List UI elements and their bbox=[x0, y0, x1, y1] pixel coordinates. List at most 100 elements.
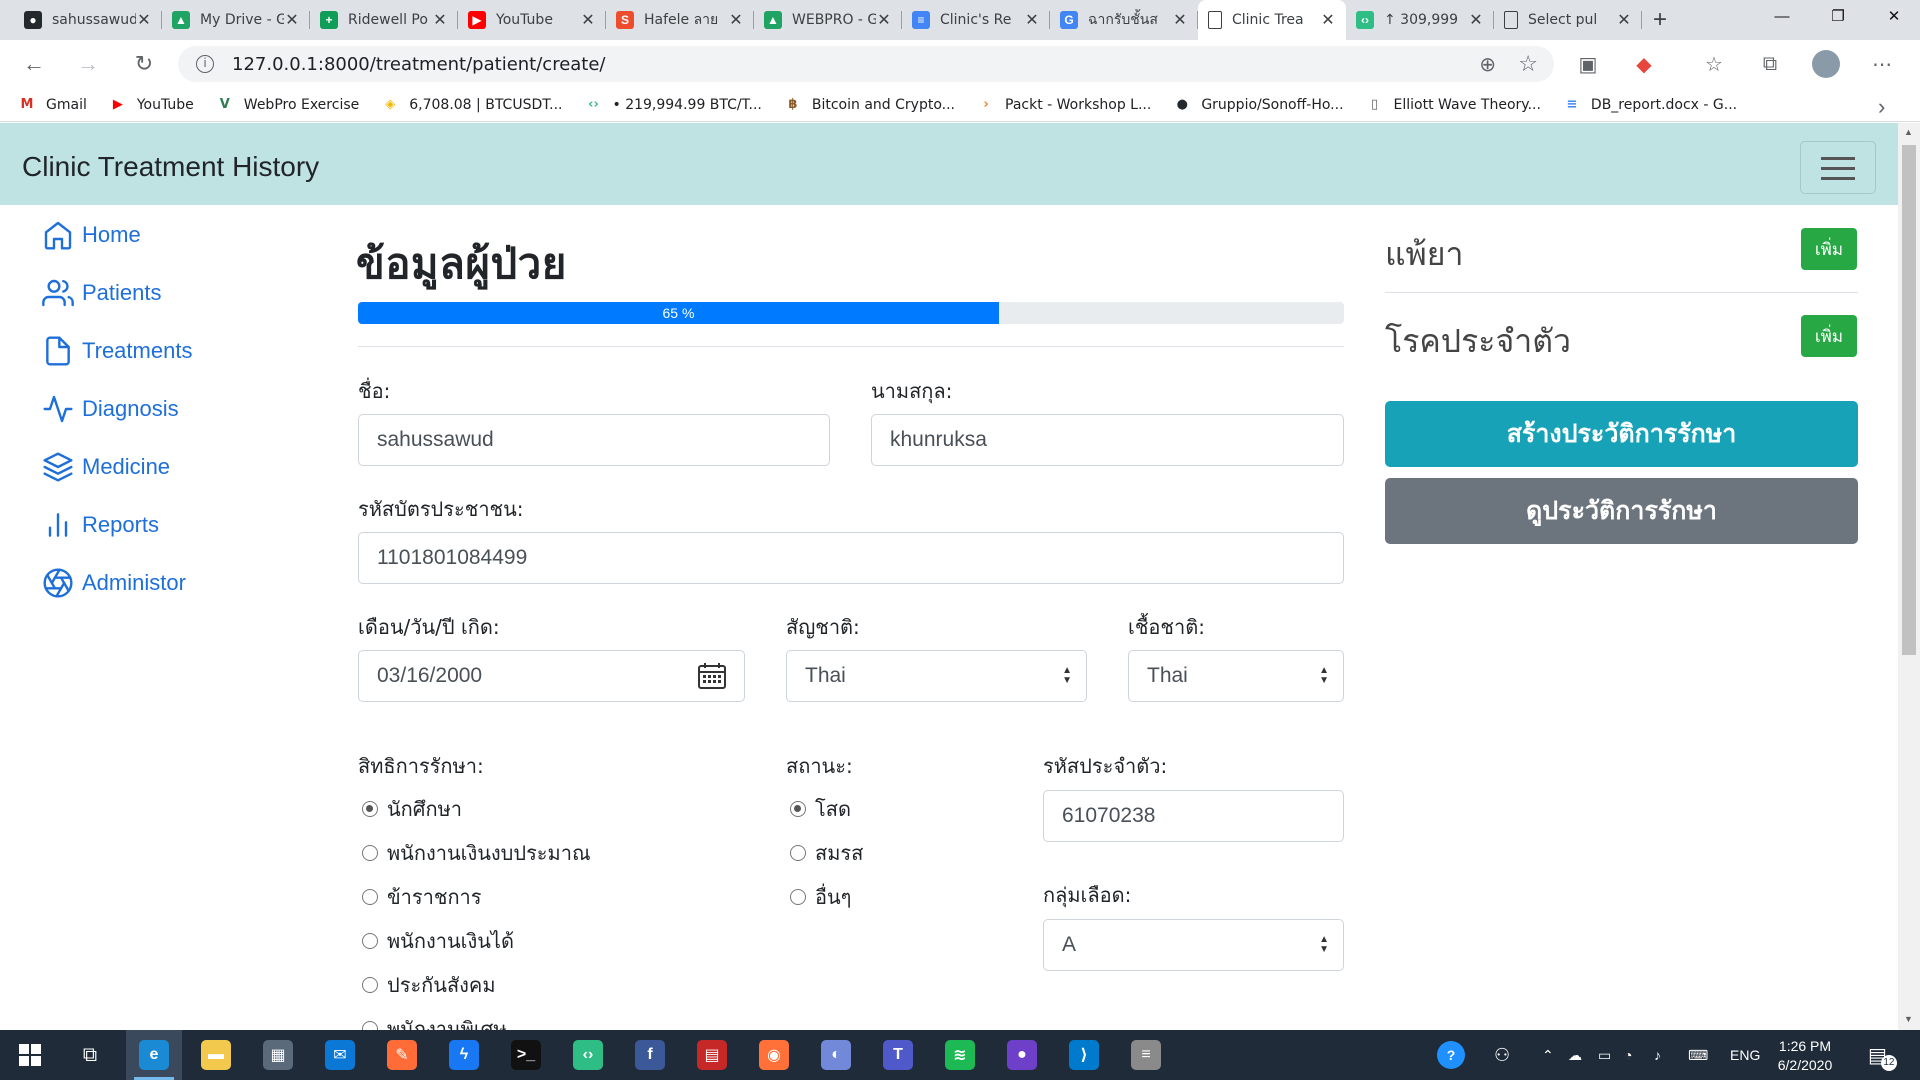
restore-window-icon[interactable]: ❐ bbox=[1810, 0, 1866, 32]
radio-button[interactable] bbox=[362, 801, 378, 817]
people-icon[interactable]: ⚇ bbox=[1494, 1030, 1510, 1080]
bookmark-item[interactable]: ◈ 6,708.08 | BTCUSDT... bbox=[381, 97, 562, 113]
browser-tab[interactable]: ≡ Clinic's Re ✕ bbox=[902, 0, 1050, 40]
first-name-input[interactable]: sahussawud bbox=[358, 414, 830, 466]
radio-button[interactable] bbox=[362, 1021, 378, 1030]
taskbar-app[interactable]: ⟩ bbox=[1056, 1030, 1112, 1080]
taskbar-app[interactable]: ϟ bbox=[436, 1030, 492, 1080]
tray-chevron-icon[interactable]: ⌃ bbox=[1542, 1030, 1554, 1080]
radio-button[interactable] bbox=[790, 889, 806, 905]
close-tab-icon[interactable]: ✕ bbox=[1468, 10, 1484, 30]
bookmark-item[interactable]: ▶ YouTube bbox=[109, 97, 194, 113]
rights-option[interactable]: พนักงานเงินได้ bbox=[362, 925, 514, 957]
personal-code-input[interactable]: 61070238 bbox=[1043, 790, 1344, 842]
ethnicity-select[interactable]: Thai ▲ ▼ bbox=[1128, 650, 1344, 702]
scroll-down-icon[interactable]: ▼ bbox=[1904, 1014, 1913, 1024]
calendar-icon[interactable] bbox=[698, 663, 726, 689]
rights-option[interactable]: นักศึกษา bbox=[362, 793, 462, 825]
favorites-icon[interactable]: ☆ bbox=[1698, 48, 1730, 80]
close-window-icon[interactable]: ✕ bbox=[1866, 0, 1920, 32]
sidebar-item-reports[interactable]: Reports bbox=[42, 505, 159, 545]
close-tab-icon[interactable]: ✕ bbox=[580, 10, 596, 30]
rights-option[interactable]: พนักงานเงินงบประมาณ bbox=[362, 837, 591, 869]
browser-tab[interactable]: ● sahussawud ✕ bbox=[14, 0, 162, 40]
taskbar-app[interactable]: ◉ bbox=[746, 1030, 802, 1080]
browser-tab[interactable]: ▲ My Drive - Google Drive✕ bbox=[162, 0, 310, 40]
browser-tab[interactable]: ‹› ↑ 309,999 ✕ bbox=[1346, 0, 1494, 40]
last-name-input[interactable]: khunruksa bbox=[871, 414, 1344, 466]
browser-tab[interactable]: ▶ YouTube ✕ bbox=[458, 0, 606, 40]
sidebar-item-administor[interactable]: Administor bbox=[42, 563, 186, 603]
site-info-icon[interactable]: i bbox=[196, 55, 214, 73]
browser-tab[interactable]: S Hafele ลาย ✕ bbox=[606, 0, 754, 40]
bookmark-item[interactable]: ▯ Elliott Wave Theory... bbox=[1366, 97, 1541, 113]
volume-icon[interactable]: ♪ bbox=[1654, 1030, 1661, 1080]
sidebar-item-patients[interactable]: Patients bbox=[42, 273, 162, 313]
zoom-icon[interactable]: ⊕ bbox=[1479, 52, 1496, 76]
close-tab-icon[interactable]: ✕ bbox=[1616, 10, 1632, 30]
help-icon[interactable]: ? bbox=[1437, 1030, 1465, 1080]
address-bar[interactable]: i 127.0.0.1:8000/treatment/patient/creat… bbox=[178, 46, 1554, 82]
sidebar-item-medicine[interactable]: Medicine bbox=[42, 447, 170, 487]
add-chronic-disease-button[interactable]: เพิ่ม bbox=[1801, 315, 1857, 357]
bookmark-item[interactable]: ≡ DB_report.docx - G... bbox=[1563, 97, 1737, 113]
sidebar-item-treatments[interactable]: Treatments bbox=[42, 331, 192, 371]
bookmark-item[interactable]: V WebPro Exercise bbox=[216, 97, 359, 113]
back-icon[interactable]: ← bbox=[12, 44, 56, 84]
taskbar-app[interactable]: ‹› bbox=[560, 1030, 616, 1080]
cloud-icon[interactable]: ☁ bbox=[1568, 1030, 1582, 1080]
app-brand[interactable]: Clinic Treatment History bbox=[22, 151, 319, 183]
close-tab-icon[interactable]: ✕ bbox=[728, 10, 744, 30]
taskbar-app[interactable]: ✉ bbox=[312, 1030, 368, 1080]
browser-tab[interactable]: Select pul ✕ bbox=[1494, 0, 1642, 40]
battery-icon[interactable]: ▭ bbox=[1598, 1030, 1611, 1080]
add-allergy-button[interactable]: เพิ่ม bbox=[1801, 228, 1857, 270]
page-scrollbar[interactable]: ▲ ▼ bbox=[1898, 123, 1920, 1030]
birth-date-input[interactable]: 03/16/2000 bbox=[358, 650, 745, 702]
scroll-up-icon[interactable]: ▲ bbox=[1904, 127, 1913, 137]
taskbar-clock[interactable]: 1:26 PM 6/2/2020 bbox=[1760, 1037, 1850, 1075]
rights-option[interactable]: พนักงานพิเศษ bbox=[362, 1013, 507, 1030]
start-button[interactable] bbox=[2, 1030, 58, 1080]
browser-tab[interactable]: + Ridewell Po ✕ bbox=[310, 0, 458, 40]
close-tab-icon[interactable]: ✕ bbox=[1320, 10, 1336, 30]
task-view-icon[interactable]: ⧉ bbox=[62, 1030, 118, 1080]
status-option[interactable]: โสด bbox=[790, 793, 851, 825]
browser-tab[interactable]: ▲ WEBPRO - Google Drive✕ bbox=[754, 0, 902, 40]
extension-red-icon[interactable]: ◆ bbox=[1628, 48, 1660, 80]
taskbar-app[interactable]: ▬ bbox=[188, 1030, 244, 1080]
view-treatment-history-button[interactable]: ดูประวัติการรักษา bbox=[1385, 478, 1858, 544]
scroll-thumb[interactable] bbox=[1902, 145, 1916, 655]
taskbar-app[interactable]: ✎ bbox=[374, 1030, 430, 1080]
taskbar-app[interactable]: f bbox=[622, 1030, 678, 1080]
taskbar-app[interactable]: ● bbox=[994, 1030, 1050, 1080]
bookmark-star-icon[interactable]: ☆ bbox=[1518, 52, 1538, 77]
taskbar-app[interactable]: ◐ bbox=[808, 1030, 864, 1080]
taskbar-app[interactable]: ≡ bbox=[1118, 1030, 1174, 1080]
status-option[interactable]: สมรส bbox=[790, 837, 863, 869]
taskbar-app[interactable]: >_ bbox=[498, 1030, 554, 1080]
extension-chat-icon[interactable]: ▣ bbox=[1572, 48, 1604, 80]
taskbar-app[interactable]: ▦ bbox=[250, 1030, 306, 1080]
taskbar-app[interactable]: e bbox=[126, 1030, 182, 1080]
reload-icon[interactable]: ↻ bbox=[122, 44, 166, 84]
nationality-select[interactable]: Thai ▲ ▼ bbox=[786, 650, 1087, 702]
sidebar-item-home[interactable]: Home bbox=[42, 215, 141, 255]
profile-avatar[interactable] bbox=[1810, 48, 1842, 80]
bookmarks-overflow-icon[interactable]: › bbox=[1878, 94, 1885, 120]
bookmark-item[interactable]: ฿ Bitcoin and Crypto... bbox=[784, 97, 955, 113]
bookmark-item[interactable]: M Gmail bbox=[18, 97, 87, 113]
close-tab-icon[interactable]: ✕ bbox=[284, 10, 300, 30]
language-indicator[interactable]: ENG bbox=[1730, 1030, 1760, 1080]
taskbar-app[interactable]: ▤ bbox=[684, 1030, 740, 1080]
network-icon[interactable]: ◔ bbox=[1624, 1030, 1632, 1080]
keyboard-icon[interactable]: ⌨ bbox=[1688, 1030, 1708, 1080]
create-treatment-history-button[interactable]: สร้างประวัติการรักษา bbox=[1385, 401, 1858, 467]
navbar-toggle-button[interactable] bbox=[1800, 141, 1876, 194]
radio-button[interactable] bbox=[790, 845, 806, 861]
close-tab-icon[interactable]: ✕ bbox=[1172, 10, 1188, 30]
browser-tab[interactable]: G ฉากรับชั้นส ✕ bbox=[1050, 0, 1198, 40]
taskbar-app[interactable]: T bbox=[870, 1030, 926, 1080]
radio-button[interactable] bbox=[790, 801, 806, 817]
citizen-id-input[interactable]: 1101801084499 bbox=[358, 532, 1344, 584]
